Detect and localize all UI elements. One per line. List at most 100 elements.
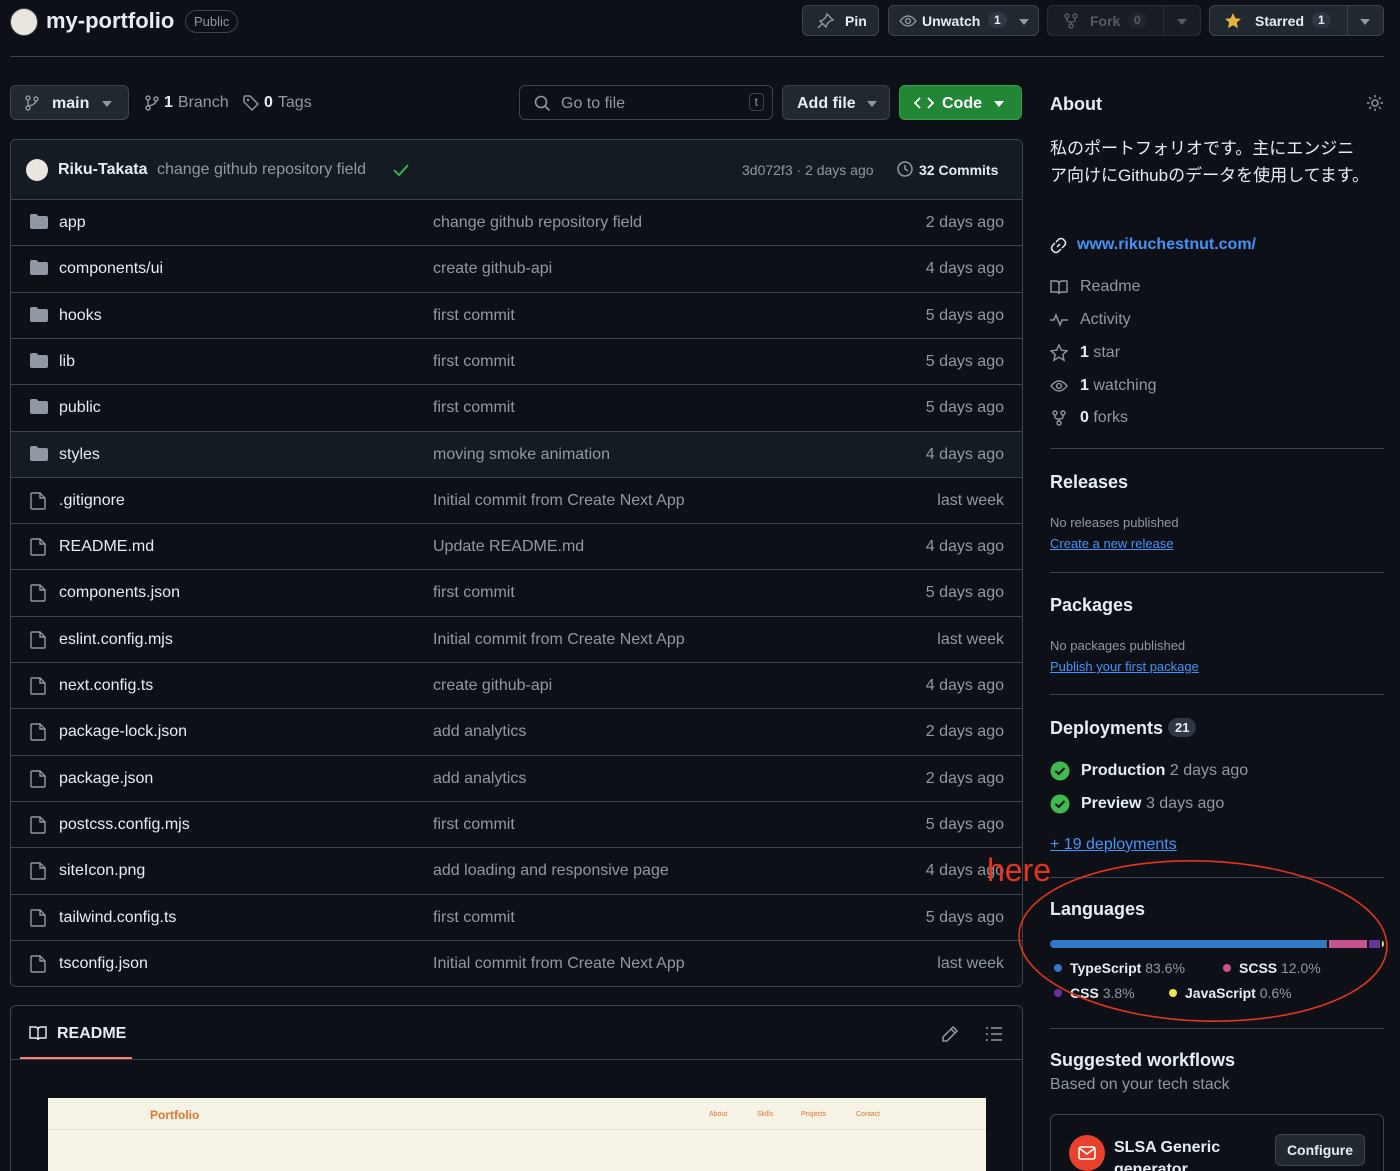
file-name[interactable]: eslint.config.mjs	[59, 631, 173, 649]
file-commit-date: 5 days ago	[925, 908, 1004, 926]
more-deployments-link[interactable]: + 19 deployments	[1050, 836, 1177, 854]
file-row[interactable]: app change github repository field 2 days …	[11, 199, 1022, 245]
branch-selector[interactable]: main	[10, 85, 129, 120]
file-name[interactable]: components.json	[59, 584, 180, 602]
file-name[interactable]: postcss.config.mjs	[59, 816, 190, 834]
file-commit-message[interactable]: Update README.md	[433, 538, 584, 556]
check-icon[interactable]	[393, 164, 409, 176]
folder-icon	[30, 445, 48, 461]
repo-name[interactable]: my-portfolio	[46, 8, 174, 34]
file-row[interactable]: .gitignore Initial commit from Create Nex…	[11, 476, 1022, 523]
website-link[interactable]: www.rikuchestnut.com/	[1050, 236, 1256, 254]
file-name[interactable]: siteIcon.png	[59, 862, 145, 880]
create-release-link[interactable]: Create a new release	[1050, 536, 1174, 551]
file-row[interactable]: postcss.config.mjs first commit 5 days ago	[11, 800, 1022, 847]
file-row[interactable]: hooks first commit 5 days ago	[11, 291, 1022, 338]
goto-file-input[interactable]: Go to file t	[519, 85, 773, 120]
file-commit-message[interactable]: create github-api	[433, 677, 552, 695]
file-row[interactable]: components/ui create github-api 4 days ago	[11, 245, 1022, 291]
file-commit-message[interactable]: first commit	[433, 909, 515, 927]
file-row[interactable]: components.json first commit 5 days ago	[11, 569, 1022, 615]
commits-link[interactable]: 32 Commits	[919, 162, 998, 178]
file-name[interactable]: package-lock.json	[59, 723, 187, 741]
deployments-title[interactable]: Deployments	[1050, 718, 1163, 739]
fork-button[interactable]: Fork 0	[1047, 5, 1201, 36]
commit-author[interactable]: Riku-Takata	[58, 161, 148, 179]
file-row[interactable]: siteIcon.png add loading and responsive p…	[11, 847, 1022, 893]
outline-icon[interactable]	[985, 1026, 1003, 1042]
commit-meta[interactable]: 3d072f3 · 2 days ago	[742, 162, 874, 178]
commit-message[interactable]: change github repository field	[157, 161, 366, 179]
file-row[interactable]: lib first commit 5 days ago	[11, 337, 1022, 384]
chevron-down-icon[interactable]	[1177, 19, 1187, 25]
file-name[interactable]: package.json	[59, 770, 153, 788]
packages-title[interactable]: Packages	[1050, 595, 1133, 616]
branches-link[interactable]: 1 Branch	[145, 94, 229, 112]
file-commit-date: 2 days ago	[925, 723, 1004, 741]
repo-avatar[interactable]	[10, 8, 38, 36]
chevron-down-icon[interactable]	[1019, 19, 1029, 25]
file-name[interactable]: README.md	[59, 538, 154, 556]
publish-package-link[interactable]: Publish your first package	[1050, 659, 1199, 674]
forks-link[interactable]: 0 forks	[1050, 409, 1128, 427]
file-commit-message[interactable]: change github repository field	[433, 214, 642, 232]
file-commit-message[interactable]: create github-api	[433, 260, 552, 278]
preview-nav-contact: Contact	[856, 1111, 881, 1118]
file-name[interactable]: tsconfig.json	[59, 955, 148, 973]
file-commit-message[interactable]: add analytics	[433, 723, 526, 741]
file-name[interactable]: styles	[59, 446, 100, 464]
file-name[interactable]: public	[59, 399, 101, 417]
file-name[interactable]: next.config.ts	[59, 677, 153, 695]
file-commit-message[interactable]: first commit	[433, 584, 515, 602]
file-commit-message[interactable]: Initial commit from Create Next App	[433, 955, 685, 973]
file-commit-message[interactable]: first commit	[433, 307, 515, 325]
gear-icon[interactable]	[1366, 94, 1384, 112]
deployment-production[interactable]: Production 2 days ago	[1050, 761, 1248, 781]
file-commit-message[interactable]: moving smoke animation	[433, 446, 610, 464]
file-row[interactable]: public first commit 5 days ago	[11, 384, 1022, 430]
add-file-button[interactable]: Add file	[782, 85, 890, 120]
file-row[interactable]: package-lock.json add analytics 2 days ago	[11, 708, 1022, 754]
file-row[interactable]: next.config.ts create github-api 4 days ag…	[11, 662, 1022, 708]
chevron-down-icon[interactable]	[1360, 19, 1370, 25]
file-commit-message[interactable]: add analytics	[433, 770, 526, 788]
unwatch-button[interactable]: Unwatch 1	[888, 5, 1039, 36]
file-icon	[30, 723, 46, 741]
file-commit-message[interactable]: Initial commit from Create Next App	[433, 492, 685, 510]
readme-tab[interactable]: README	[57, 1025, 126, 1043]
readme-label: Readme	[1080, 278, 1141, 295]
file-commit-message[interactable]: Initial commit from Create Next App	[433, 631, 685, 649]
commits-label: Commits	[938, 162, 999, 178]
file-icon	[30, 955, 46, 973]
pin-button[interactable]: Pin	[802, 5, 879, 36]
file-row[interactable]: README.md Update README.md 4 days ago	[11, 523, 1022, 569]
file-name[interactable]: tailwind.config.ts	[59, 909, 176, 927]
file-commit-message[interactable]: first commit	[433, 816, 515, 834]
pencil-icon[interactable]	[941, 1025, 959, 1043]
deployment-preview[interactable]: Preview 3 days ago	[1050, 794, 1224, 814]
file-name[interactable]: lib	[59, 353, 75, 371]
file-name[interactable]: components/ui	[59, 260, 163, 278]
file-row[interactable]: package.json add analytics 2 days ago	[11, 754, 1022, 801]
watching-link[interactable]: 1 watching	[1050, 377, 1157, 395]
file-commit-message[interactable]: first commit	[433, 399, 515, 417]
file-commit-message[interactable]: add loading and responsive page	[433, 862, 669, 880]
file-row[interactable]: styles moving smoke animation 4 days ago	[11, 430, 1022, 477]
configure-button[interactable]: Configure	[1275, 1134, 1365, 1166]
activity-link[interactable]: Activity	[1050, 311, 1131, 329]
check-circle-icon	[1050, 794, 1070, 814]
stars-link[interactable]: 1 star	[1050, 344, 1120, 362]
file-name[interactable]: app	[59, 214, 86, 232]
code-button[interactable]: Code	[899, 85, 1022, 120]
tags-link[interactable]: 0 Tags	[243, 94, 312, 112]
file-name[interactable]: .gitignore	[59, 492, 125, 510]
releases-title[interactable]: Releases	[1050, 472, 1128, 493]
starred-button[interactable]: Starred 1	[1209, 5, 1384, 36]
file-name[interactable]: hooks	[59, 307, 102, 325]
avatar[interactable]	[26, 159, 48, 181]
file-row[interactable]: tailwind.config.ts first commit 5 days ago	[11, 893, 1022, 940]
file-row[interactable]: eslint.config.mjs Initial commit from Cre…	[11, 615, 1022, 662]
readme-link[interactable]: Readme	[1050, 278, 1140, 296]
file-commit-message[interactable]: first commit	[433, 353, 515, 371]
file-row[interactable]: tsconfig.json Initial commit from Create …	[11, 939, 1022, 986]
